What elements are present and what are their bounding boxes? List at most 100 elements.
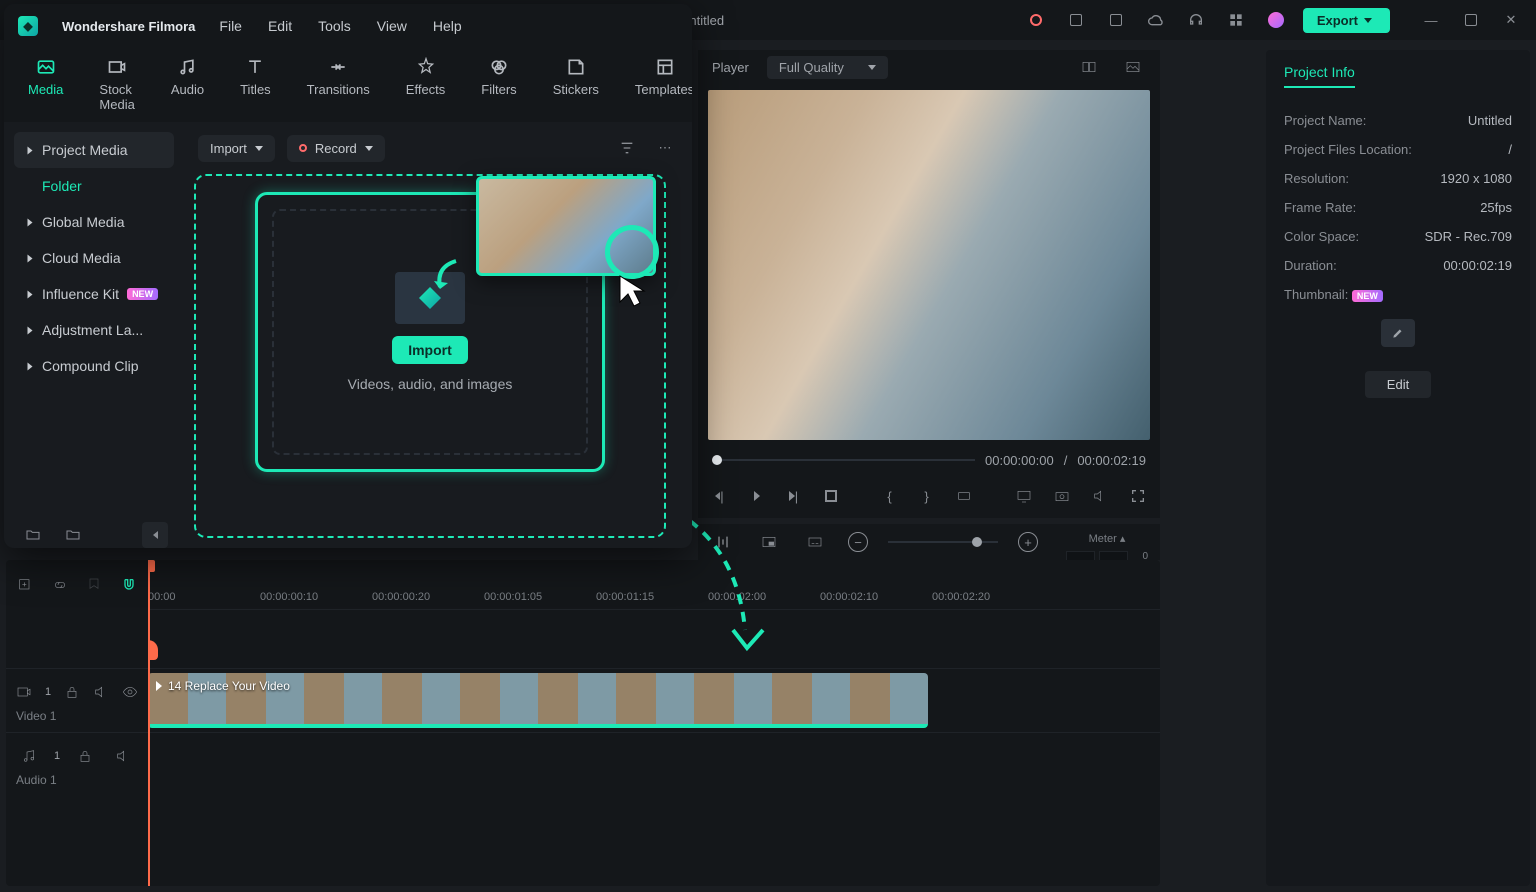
export-button[interactable]: Export bbox=[1303, 8, 1390, 33]
tab-transitions[interactable]: Transitions bbox=[307, 56, 370, 122]
prev-frame-button[interactable]: | bbox=[712, 483, 727, 509]
timeline-ruler[interactable]: 00:0000:00:00:1000:00:00:2000:00:01:0500… bbox=[148, 560, 1160, 610]
compare-view-icon[interactable] bbox=[1076, 54, 1102, 80]
zoom-out-button[interactable]: − bbox=[848, 532, 868, 552]
menu-view[interactable]: View bbox=[377, 18, 407, 34]
sidebar-item-global-media[interactable]: Global Media bbox=[14, 204, 174, 240]
meter-toggle[interactable]: Meter ▴ bbox=[1066, 532, 1148, 545]
audio-track-row[interactable] bbox=[148, 732, 1160, 796]
effects-icon bbox=[415, 56, 437, 78]
headphones-icon[interactable] bbox=[1183, 7, 1209, 33]
playhead[interactable] bbox=[148, 560, 150, 886]
minimize-icon[interactable]: — bbox=[1418, 7, 1444, 33]
marker-icon[interactable] bbox=[85, 572, 104, 598]
import-button[interactable]: Import bbox=[392, 336, 468, 364]
account-avatar-icon[interactable] bbox=[1263, 7, 1289, 33]
tab-stock-media[interactable]: Stock Media bbox=[99, 56, 134, 122]
visibility-icon[interactable] bbox=[121, 679, 138, 705]
tab-audio[interactable]: Audio bbox=[171, 56, 204, 122]
sidebar-item-project-media[interactable]: Project Media bbox=[14, 132, 174, 168]
next-clip-button[interactable]: | bbox=[786, 483, 801, 509]
new-badge: NEW bbox=[1352, 290, 1383, 302]
chevron-down-icon bbox=[365, 146, 373, 151]
audio-icon bbox=[176, 56, 198, 78]
scrub-handle[interactable] bbox=[712, 455, 722, 465]
mute-icon[interactable] bbox=[92, 679, 109, 705]
add-track-icon[interactable] bbox=[16, 572, 35, 598]
preview-panel: Player Full Quality 00:00:00:00 / 00:00:… bbox=[698, 50, 1160, 518]
ruler-tick: 00:00:00:10 bbox=[260, 591, 318, 603]
close-icon[interactable]: ✕ bbox=[1498, 7, 1524, 33]
duration-time: 00:00:02:19 bbox=[1077, 453, 1146, 468]
ruler-tick: 00:00:01:05 bbox=[484, 591, 542, 603]
drop-arrow-icon bbox=[428, 257, 462, 295]
folder-icon[interactable] bbox=[60, 522, 86, 548]
tab-templates[interactable]: Templates bbox=[635, 56, 692, 122]
tab-filters[interactable]: Filters bbox=[481, 56, 516, 122]
ratio-icon[interactable] bbox=[956, 483, 972, 509]
snapshot-icon[interactable] bbox=[1054, 483, 1070, 509]
sidebar-item-folder[interactable]: Folder bbox=[14, 168, 174, 204]
menu-help[interactable]: Help bbox=[433, 18, 462, 34]
sidebar-item-influence-kit[interactable]: Influence KitNEW bbox=[14, 276, 174, 312]
play-button[interactable] bbox=[749, 483, 764, 509]
tab-media[interactable]: Media bbox=[28, 56, 63, 122]
info-row: Project Name:Untitled bbox=[1284, 106, 1512, 135]
menu-tools[interactable]: Tools bbox=[318, 18, 351, 34]
maximize-icon[interactable] bbox=[1458, 7, 1484, 33]
menu-edit[interactable]: Edit bbox=[268, 18, 292, 34]
ruler-tick: 00:00:02:10 bbox=[820, 591, 878, 603]
caption-icon[interactable] bbox=[802, 529, 828, 555]
filter-icon[interactable] bbox=[614, 135, 640, 161]
stock-media-icon bbox=[106, 56, 128, 78]
fullscreen-icon[interactable] bbox=[1130, 483, 1146, 509]
tab-titles[interactable]: Titles bbox=[240, 56, 271, 122]
thumbnail-edit-button[interactable] bbox=[1381, 319, 1415, 347]
quality-select[interactable]: Full Quality bbox=[767, 56, 888, 79]
zoom-in-button[interactable]: + bbox=[1018, 532, 1038, 552]
lock-icon[interactable] bbox=[63, 679, 80, 705]
inner-titlebar: ◆ Wondershare Filmora FileEditToolsViewH… bbox=[4, 4, 692, 48]
stop-button[interactable] bbox=[823, 483, 838, 509]
more-icon[interactable]: ⋯ bbox=[652, 135, 678, 161]
adjust-audio-icon[interactable] bbox=[710, 529, 736, 555]
save-icon[interactable] bbox=[1103, 7, 1129, 33]
zoom-slider[interactable] bbox=[888, 541, 998, 543]
magnet-icon[interactable] bbox=[120, 572, 139, 598]
edit-project-button[interactable]: Edit bbox=[1365, 371, 1431, 398]
picture-in-picture-icon[interactable] bbox=[756, 529, 782, 555]
sidebar-item-adjustment-layer[interactable]: Adjustment La... bbox=[14, 312, 174, 348]
collapse-sidebar-button[interactable] bbox=[142, 522, 168, 548]
apps-grid-icon[interactable] bbox=[1223, 7, 1249, 33]
lock-icon[interactable] bbox=[72, 743, 98, 769]
tab-effects[interactable]: Effects bbox=[406, 56, 446, 122]
picture-icon[interactable] bbox=[1120, 54, 1146, 80]
sidebar-item-compound-clip[interactable]: Compound Clip bbox=[14, 348, 174, 384]
zoom-knob[interactable] bbox=[972, 537, 982, 547]
menu-file[interactable]: File bbox=[219, 18, 242, 34]
video-track-icon bbox=[16, 679, 33, 705]
tab-stickers[interactable]: Stickers bbox=[553, 56, 599, 122]
mute-icon[interactable] bbox=[110, 743, 136, 769]
dropzone-text: Videos, audio, and images bbox=[348, 376, 513, 392]
mark-out-icon[interactable]: } bbox=[919, 483, 934, 509]
sidebar-item-cloud-media[interactable]: Cloud Media bbox=[14, 240, 174, 276]
video-track-head[interactable]: 1 Video 1 bbox=[6, 668, 148, 732]
display-icon[interactable] bbox=[1016, 483, 1032, 509]
audio-track-head[interactable]: 1 Audio 1 bbox=[6, 732, 148, 796]
import-dropdown[interactable]: Import bbox=[198, 135, 275, 162]
layout-icon[interactable] bbox=[1063, 7, 1089, 33]
titles-icon bbox=[244, 56, 266, 78]
preview-viewport[interactable] bbox=[708, 90, 1150, 440]
import-dropzone[interactable]: Import Videos, audio, and images bbox=[194, 174, 666, 538]
video-track-row[interactable]: 14 Replace Your Video bbox=[148, 668, 1160, 732]
video-clip[interactable]: 14 Replace Your Video bbox=[148, 673, 928, 728]
link-icon[interactable] bbox=[51, 572, 70, 598]
volume-icon[interactable] bbox=[1092, 483, 1108, 509]
mark-in-icon[interactable]: { bbox=[882, 483, 897, 509]
record-dropdown[interactable]: Record bbox=[287, 135, 385, 162]
new-folder-icon[interactable] bbox=[20, 522, 46, 548]
export-label: Export bbox=[1317, 13, 1358, 28]
scrub-bar[interactable] bbox=[712, 459, 975, 461]
cloud-icon[interactable] bbox=[1143, 7, 1169, 33]
